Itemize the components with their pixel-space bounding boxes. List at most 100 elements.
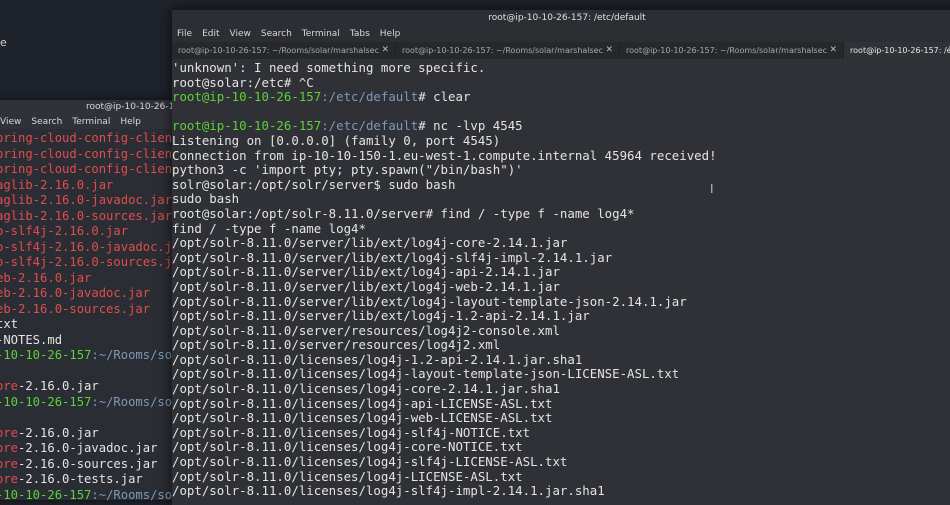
menu-item-file[interactable]: File	[177, 27, 192, 42]
terminal-tab[interactable]: root@ip-10-10-26-157: ~/Rooms/solar/mars…	[396, 42, 621, 59]
menu-item-tabs[interactable]: Tabs	[350, 27, 370, 42]
output-text: /opt/solr-8.11.0/server/resources/log4j2…	[172, 322, 560, 338]
output-line: -NOTES.md	[0, 333, 190, 349]
output-text: sudo bash	[172, 191, 240, 207]
output-line: -10-10-26-157:~/Rooms/sol	[0, 348, 190, 364]
file-suffix: -2.16.0.jar	[18, 379, 99, 393]
background-terminal-titlebar[interactable]: root@ip-10-10-26-157:	[0, 100, 190, 115]
output-text: root@solar:/etc# ^C	[172, 74, 314, 90]
close-icon[interactable]: ✕	[381, 42, 389, 59]
menu-item-view[interactable]: View	[230, 27, 251, 42]
output-text: solr@solar:/opt/solr/server$ sudo bash	[172, 176, 456, 192]
terminal-line: /opt/solr-8.11.0/server/lib/ext/log4j-co…	[172, 235, 950, 251]
menu-item-terminal[interactable]: Terminal	[72, 115, 110, 129]
terminal-line: Connection from ip-10-10-150-1.eu-west-1…	[172, 148, 950, 164]
terminal-line: find / -type f -name log4*	[172, 221, 950, 237]
terminal-line: /opt/solr-8.11.0/licenses/log4j-core-NOT…	[172, 440, 950, 455]
close-icon[interactable]: ✕	[830, 42, 838, 59]
main-terminal-menubar: File Edit View Search Terminal Tabs Help	[172, 27, 950, 42]
output-text: aglib-2.16.0-sources.jar	[0, 208, 173, 223]
prompt-command: # clear	[418, 89, 471, 105]
terminal-line: /opt/solr-8.11.0/server/lib/ext/log4j-1.…	[172, 308, 950, 324]
output-line: eb-2.16.0-sources.jar	[0, 302, 190, 318]
text-cursor-icon: I	[710, 182, 714, 196]
terminal-line: solr@solar:/opt/solr/server$ sudo bash	[172, 176, 950, 193]
tab-label: root@ip-10-10-26-157: ~/Rooms/solar/mars…	[178, 46, 379, 55]
output-text: pring-cloud-config-client	[0, 162, 180, 176]
output-text: /opt/solr-8.11.0/licenses/log4j-core-NOT…	[172, 439, 523, 455]
terminal-line: Listening on [0.0.0.0] (family 0, port 4…	[172, 132, 950, 149]
output-text: o-slf4j-2.16.0-sources.jar	[0, 255, 187, 269]
terminal-tab[interactable]: root@ip-10-10-26-157: /etc/default✕	[844, 42, 950, 59]
output-text: /opt/solr-8.11.0/licenses/log4j-core-2.1…	[172, 381, 560, 397]
prompt-user: root@ip-10-10-26-157	[172, 118, 322, 134]
output-line: -10-10-26-157:~/Rooms/sol	[0, 395, 190, 411]
terminal-output[interactable]: 'unknown': I need something more specifi…	[172, 59, 950, 499]
output-line: ore-2.16.0.jar	[0, 379, 190, 395]
output-text: aglib-2.16.0-javadoc.jar	[0, 193, 173, 207]
prompt-command: # nc -lvp 4545	[418, 118, 523, 134]
output-text: /opt/solr-8.11.0/licenses/log4j-1.2-api-…	[172, 351, 583, 367]
background-terminal-output[interactable]: pring-cloud-config-client pring-cloud-con…	[0, 129, 190, 503]
terminal-line: /opt/solr-8.11.0/licenses/log4j-layout-t…	[172, 367, 950, 382]
output-line: ore-2.16.0-tests.jar	[0, 472, 190, 488]
tab-label: root@ip-10-10-26-157: /etc/default	[850, 46, 950, 55]
menu-item-search[interactable]: Search	[31, 115, 62, 129]
output-text: eb-2.16.0.jar	[0, 270, 92, 285]
background-terminal-menubar: View Search Terminal Help	[0, 115, 190, 129]
output-line: -10-10-26-157:~/Rooms/sol	[0, 488, 190, 504]
prompt-user: -10-10-26-157	[0, 394, 92, 409]
main-terminal-window[interactable]: root@ip-10-10-26-157: /etc/default File E…	[172, 10, 950, 505]
output-line: eb-2.16.0.jar	[0, 271, 190, 287]
tab-label: root@ip-10-10-26-157: ~/Rooms/solar/mars…	[626, 46, 828, 55]
prompt-path: :/etc/default	[321, 118, 419, 134]
close-icon[interactable]: ✕	[605, 42, 613, 59]
menu-item-view[interactable]: View	[0, 115, 21, 129]
output-line: txt	[0, 317, 190, 333]
file-prefix: ore	[0, 425, 19, 440]
output-text: eb-2.16.0-javadoc.jar	[0, 286, 151, 300]
window-title: root@ip-10-10-26-157: /etc/default	[488, 13, 646, 23]
file-suffix: -2.16.0-javadoc.jar	[18, 441, 158, 455]
terminal-line: /opt/solr-8.11.0/server/lib/ext/log4j-we…	[172, 279, 950, 295]
terminal-line: /opt/solr-8.11.0/server/lib/ext/log4j-la…	[172, 293, 950, 310]
file-prefix: ore	[0, 472, 19, 486]
menu-item-search[interactable]: Search	[261, 27, 292, 42]
prompt-user: -10-10-26-157	[0, 348, 92, 362]
output-line: aglib-2.16.0-javadoc.jar	[0, 193, 190, 209]
output-line	[0, 364, 190, 380]
main-terminal-titlebar[interactable]: root@ip-10-10-26-157: /etc/default	[172, 10, 950, 27]
prompt-path: :~/Rooms/sol	[91, 487, 180, 502]
output-text: /opt/solr-8.11.0/licenses/log4j-LICENSE-…	[172, 468, 523, 484]
output-text: /opt/solr-8.11.0/licenses/log4j-slf4j-LI…	[172, 454, 568, 470]
terminal-tab[interactable]: root@ip-10-10-26-157: ~/Rooms/solar/mars…	[172, 42, 397, 59]
output-text: -NOTES.md	[0, 332, 63, 347]
prompt-path: :~/Rooms/sol	[91, 394, 180, 409]
output-line: ore-2.16.0.jar	[0, 426, 190, 442]
terminal-line: /opt/solr-8.11.0/server/lib/ext/log4j-ap…	[172, 265, 950, 280]
menu-item-terminal[interactable]: Terminal	[302, 27, 340, 42]
terminal-line: /opt/solr-8.11.0/server/resources/log4j2…	[172, 337, 950, 353]
output-text: /opt/solr-8.11.0/licenses/log4j-slf4j-im…	[172, 483, 605, 499]
output-text: /opt/solr-8.11.0/server/lib/ext/log4j-sl…	[172, 249, 613, 265]
file-suffix: -2.16.0-tests.jar	[18, 472, 143, 486]
menu-item-edit[interactable]: Edit	[202, 27, 219, 42]
output-text: Listening on [0.0.0.0] (family 0, port 4…	[172, 132, 501, 148]
output-line: pring-cloud-config-client	[0, 162, 190, 178]
terminal-tab[interactable]: root@ip-10-10-26-157: ~/Rooms/solar/mars…	[620, 42, 845, 59]
menu-item-help[interactable]: Help	[380, 27, 401, 42]
output-text: /opt/solr-8.11.0/server/lib/ext/log4j-la…	[172, 293, 687, 309]
background-terminal-window[interactable]: root@ip-10-10-26-157: View Search Terminal…	[0, 100, 190, 503]
output-text: /opt/solr-8.11.0/server/lib/ext/log4j-co…	[172, 235, 568, 251]
terminal-line: root@ip-10-10-26-157:/etc/default# nc -l…	[172, 119, 950, 134]
terminal-line: /opt/solr-8.11.0/server/resources/log4j2…	[172, 322, 950, 339]
terminal-line: sudo bash	[172, 192, 950, 207]
output-text: python3 -c 'import pty; pty.spawn("/bin/…	[172, 162, 523, 178]
file-prefix: ore	[0, 379, 19, 393]
output-line: aglib-2.16.0.jar	[0, 178, 190, 194]
menu-item-help[interactable]: Help	[120, 115, 141, 129]
output-line: aglib-2.16.0-sources.jar	[0, 209, 190, 225]
output-text: pring-cloud-config-client	[0, 146, 180, 161]
